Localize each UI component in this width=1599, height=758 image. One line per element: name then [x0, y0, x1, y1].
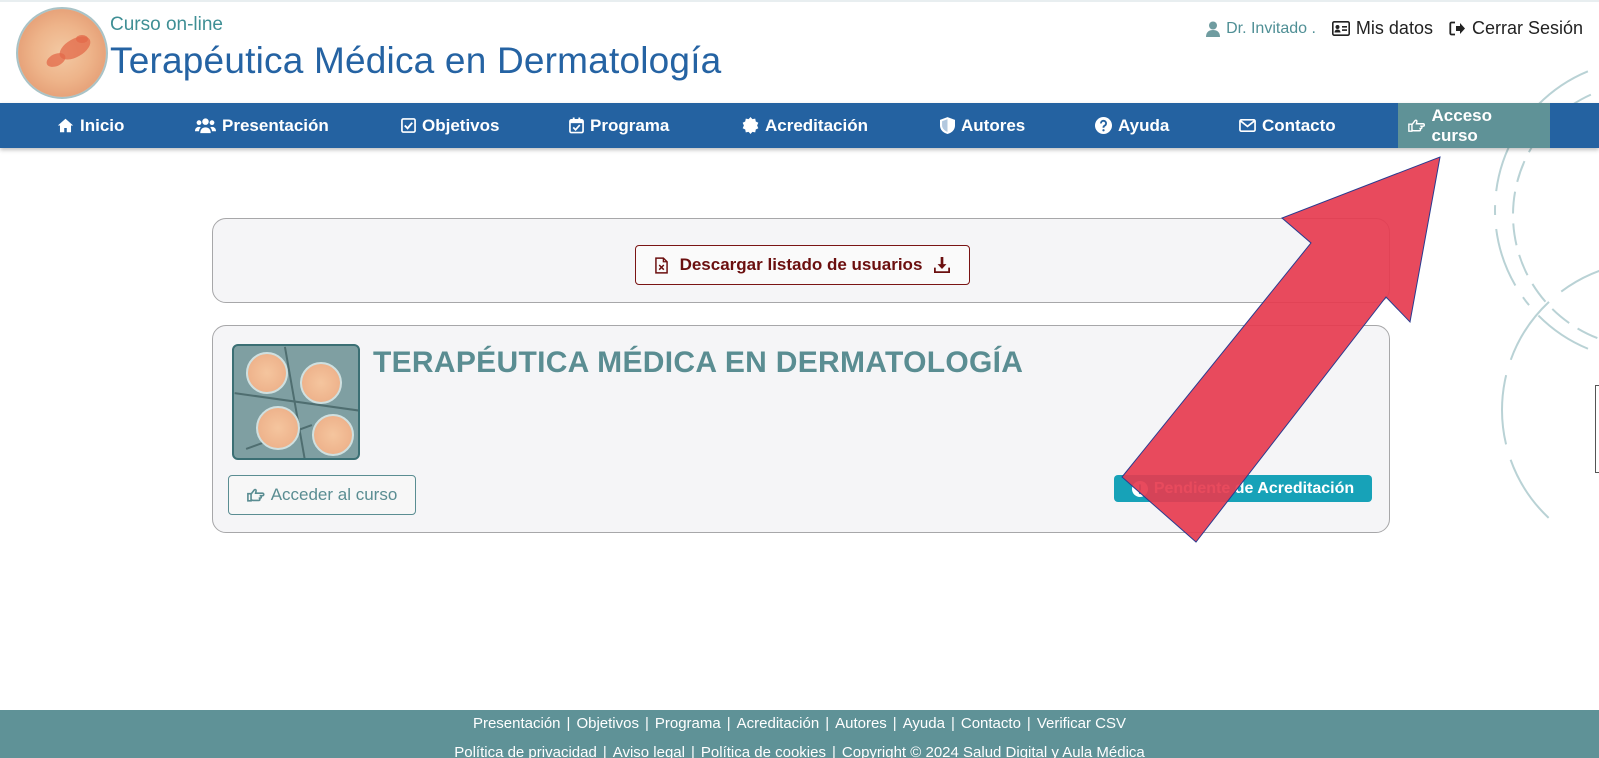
status-badge-label: Pendiente de Acreditación — [1153, 479, 1355, 497]
nav-objetivos[interactable]: Objetivos — [401, 103, 499, 148]
nav-ayuda-label: Ayuda — [1118, 115, 1170, 135]
nav-presentacion[interactable]: Presentación — [195, 103, 329, 148]
download-users-button[interactable]: Descargar listado de usuarios — [635, 245, 970, 285]
user-name: Dr. Invitado . — [1206, 20, 1316, 38]
footer-link-verificar-csv[interactable]: Verificar CSV — [1037, 715, 1126, 732]
user-icon — [1206, 21, 1221, 37]
nav-acceso-curso[interactable]: Acceso curso — [1398, 103, 1550, 148]
download-icon — [934, 257, 951, 273]
footer-link-autores[interactable]: Autores — [835, 715, 887, 732]
side-widget-edge[interactable] — [1595, 385, 1599, 473]
nav-contacto-label: Contacto — [1262, 115, 1336, 135]
footer-link-objetivos[interactable]: Objetivos — [576, 715, 639, 732]
site-subtitle: Curso on-line — [110, 14, 223, 35]
logout-label: Cerrar Sesión — [1471, 18, 1583, 38]
nav-programa-label: Programa — [590, 115, 670, 135]
footer-link-contacto[interactable]: Contacto — [961, 715, 1021, 732]
nav-inicio-label: Inicio — [80, 115, 125, 135]
nav-programa[interactable]: Programa — [569, 103, 669, 148]
nav-acreditacion[interactable]: Acreditación — [742, 103, 868, 148]
download-users-label: Descargar listado de usuarios — [679, 255, 923, 274]
site-footer: Presentación | Objetivos | Programa | Acred… — [0, 710, 1599, 758]
nav-objetivos-label: Objetivos — [422, 115, 500, 135]
users-icon — [195, 118, 216, 134]
nav-contacto[interactable]: Contacto — [1239, 103, 1336, 148]
file-excel-icon — [654, 256, 668, 274]
nav-acceso-curso-label: Acceso curso — [1431, 105, 1492, 145]
access-course-label: Acceder al curso — [270, 485, 398, 504]
status-badge: Pendiente de Acreditación — [1114, 475, 1372, 502]
footer-links: Presentación | Objetivos | Programa | Acred… — [472, 715, 1127, 732]
check-square-icon — [401, 118, 416, 133]
user-links: Dr. Invitado . Mis datos Cerrar Sesión — [1206, 18, 1583, 39]
access-course-button[interactable]: Acceder al curso — [228, 475, 416, 515]
nav-ayuda[interactable]: Ayuda — [1095, 103, 1169, 148]
nav-acreditacion-label: Acreditación — [765, 115, 868, 135]
footer-legal: Política de privacidad | Aviso legal | Pol… — [0, 744, 1599, 758]
shield-icon — [940, 117, 955, 134]
envelope-icon — [1239, 118, 1256, 133]
course-title[interactable]: TERAPÉUTICA MÉDICA EN DERMATOLOGÍA — [373, 346, 1023, 380]
logout-link[interactable]: Cerrar Sesión — [1449, 18, 1583, 39]
nav-autores[interactable]: Autores — [940, 103, 1025, 148]
user-name-text: Dr. Invitado . — [1226, 19, 1316, 37]
footer-link-aviso-legal[interactable]: Aviso legal — [613, 744, 685, 758]
footer-link-presentacion[interactable]: Presentación — [473, 715, 561, 732]
id-card-icon — [1331, 21, 1350, 36]
question-circle-icon — [1095, 117, 1112, 134]
sign-out-icon — [1449, 21, 1465, 36]
site-header: Curso on-line Terapéutica Médica en Derm… — [0, 0, 1599, 103]
footer-link-programa[interactable]: Programa — [655, 715, 721, 732]
course-logo[interactable] — [16, 7, 108, 99]
my-data-link[interactable]: Mis datos — [1331, 18, 1433, 39]
footer-link-privacidad[interactable]: Política de privacidad — [454, 744, 597, 758]
main-navbar: Inicio Presentación Objetivos Programa A… — [0, 103, 1599, 148]
footer-link-ayuda[interactable]: Ayuda — [903, 715, 945, 732]
hand-point-right-icon — [1408, 119, 1425, 132]
course-thumbnail[interactable] — [232, 344, 360, 460]
site-title[interactable]: Terapéutica Médica en Dermatología — [110, 40, 721, 82]
footer-copyright: Copyright © 2024 Salud Digital y Aula Mé… — [841, 744, 1145, 758]
certificate-icon — [742, 117, 759, 134]
footer-link-acreditacion[interactable]: Acreditación — [737, 715, 820, 732]
my-data-label: Mis datos — [1355, 18, 1433, 38]
calendar-check-icon — [569, 117, 584, 134]
nav-presentacion-label: Presentación — [222, 115, 329, 135]
home-icon — [57, 118, 74, 133]
exclamation-circle-icon — [1131, 480, 1148, 497]
footer-link-cookies[interactable]: Política de cookies — [701, 744, 826, 758]
hand-point-right-icon — [246, 488, 265, 502]
nav-autores-label: Autores — [961, 115, 1026, 135]
nav-inicio[interactable]: Inicio — [57, 103, 124, 148]
